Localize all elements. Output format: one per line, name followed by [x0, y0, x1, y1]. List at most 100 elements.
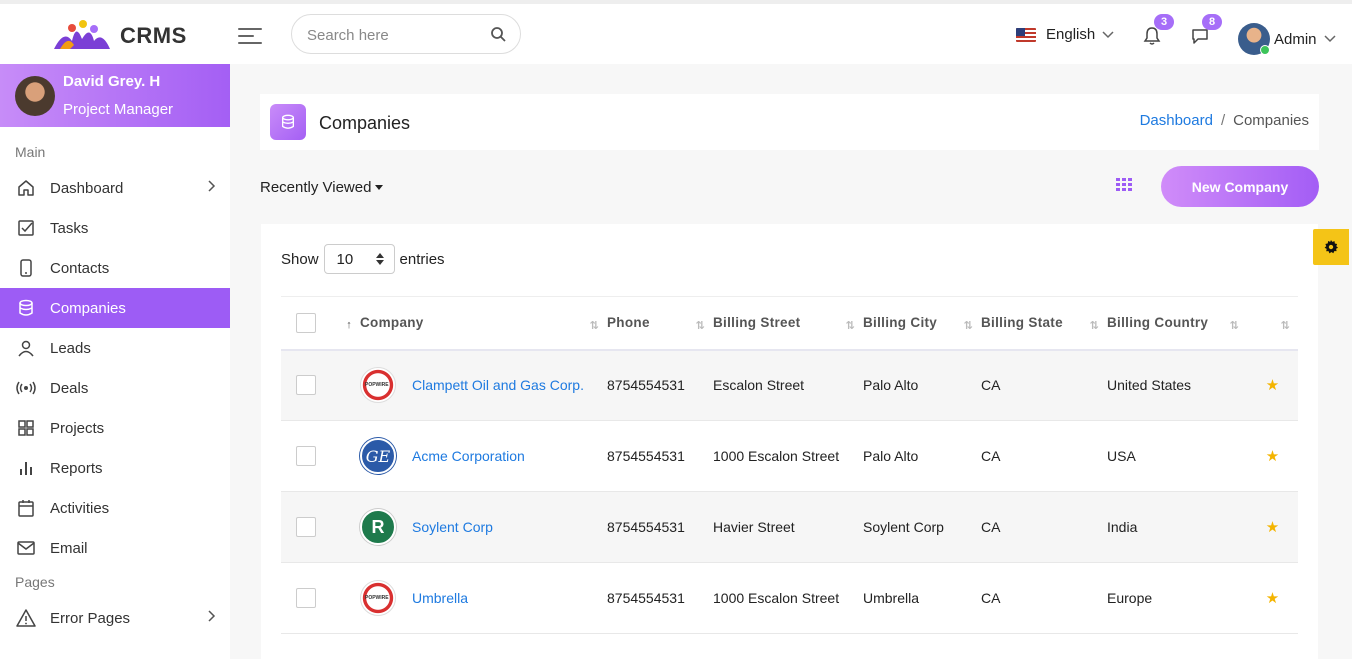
sidebar-item-reports[interactable]: Reports	[0, 448, 230, 488]
avatar	[15, 76, 55, 116]
menu-toggle-icon[interactable]	[238, 28, 262, 46]
sidebar: David Grey. H Project Manager Main Dashb…	[0, 64, 230, 659]
sidebar-profile[interactable]: David Grey. H Project Manager	[0, 64, 230, 127]
select-arrows-icon	[376, 253, 384, 265]
logo-mark-icon	[50, 19, 114, 53]
street-cell: Escalon Street	[713, 377, 805, 394]
row-checkbox[interactable]	[296, 588, 316, 608]
sidebar-item-label: Email	[50, 539, 88, 557]
city-cell: Umbrella	[863, 590, 920, 606]
sidebar-item-activities[interactable]: Activities	[0, 488, 230, 528]
sidebar-item-label: Error Pages	[50, 609, 131, 627]
city-cell: Palo Alto	[863, 377, 919, 394]
company-link[interactable]: Soylent Corp	[412, 519, 493, 535]
state-cell: CA	[981, 377, 1001, 394]
settings-gear-icon[interactable]	[1313, 229, 1349, 265]
sidebar-item-deals[interactable]: Deals	[0, 368, 230, 408]
star-icon[interactable]: ★	[1247, 492, 1298, 563]
messages-button[interactable]: 8	[1190, 14, 1222, 51]
column-header-actions[interactable]: ⇅	[1247, 297, 1298, 350]
sort-icon[interactable]: ⇅	[963, 319, 973, 332]
chevron-right-icon	[208, 610, 216, 622]
sidebar-item-label: Reports	[50, 459, 103, 477]
phone-cell: 8754554531	[607, 448, 685, 464]
companies-table: ↑ Company ⇅ Phone ⇅ Billing Street ⇅ Billin…	[281, 296, 1298, 634]
sidebar-item-contacts[interactable]: Contacts	[0, 248, 230, 288]
table-row[interactable]: GE Acme Corporation 8754554531 1000 Escal…	[281, 421, 1298, 492]
search-input[interactable]	[307, 24, 477, 46]
new-company-button[interactable]: New Company	[1161, 166, 1319, 207]
chevron-down-icon	[1324, 35, 1336, 43]
entries-label: entries	[399, 250, 445, 268]
sort-icon[interactable]: ⇅	[589, 319, 599, 332]
notifications-button[interactable]: 3	[1142, 14, 1174, 51]
broadcast-icon	[16, 378, 36, 398]
breadcrumb-home-link[interactable]: Dashboard	[1140, 112, 1213, 129]
mail-icon	[16, 538, 36, 558]
sort-icon[interactable]: ⇅	[695, 319, 705, 332]
phone-cell: 8754554531	[607, 377, 685, 394]
user-icon	[16, 338, 36, 358]
company-logo: GE	[360, 438, 396, 474]
language-selector[interactable]: English	[1016, 26, 1114, 43]
company-link[interactable]: Clampett Oil and Gas Corp.	[412, 377, 584, 393]
profile-name: David Grey. H	[63, 73, 161, 90]
chevron-down-icon	[1102, 30, 1114, 38]
recently-viewed-dropdown[interactable]: Recently Viewed	[260, 179, 384, 196]
country-cell: Europe	[1107, 590, 1153, 606]
sidebar-item-email[interactable]: Email	[0, 528, 230, 568]
select-all-header: ↑	[281, 297, 360, 350]
grid-icon	[16, 418, 36, 438]
star-icon[interactable]: ★	[1247, 421, 1298, 492]
page-size-control: Show 10 entries	[281, 244, 445, 274]
avatar	[1238, 23, 1270, 55]
phone-cell: 8754554531	[607, 590, 685, 606]
sidebar-item-companies[interactable]: Companies	[0, 288, 230, 328]
page-size-select[interactable]: 10	[323, 244, 395, 274]
grid-view-icon[interactable]	[1116, 178, 1132, 197]
sidebar-item-leads[interactable]: Leads	[0, 328, 230, 368]
phone-cell: 8754554531	[607, 519, 685, 535]
companies-card: Show 10 entries ↑ Company ⇅ Phone ⇅ Billin…	[261, 224, 1318, 659]
user-menu[interactable]: Admin	[1238, 23, 1336, 55]
notifications-badge: 3	[1154, 14, 1174, 30]
sort-icon[interactable]: ⇅	[1280, 319, 1290, 332]
select-all-checkbox[interactable]	[296, 312, 316, 333]
table-row[interactable]: R Soylent Corp 8754554531 Havier Street S…	[281, 491, 1298, 563]
column-header-billing-state[interactable]: Billing State ⇅	[981, 297, 1107, 350]
sort-up-icon[interactable]: ↑	[346, 319, 352, 331]
company-link[interactable]: Umbrella	[412, 590, 468, 606]
column-header-company[interactable]: Company ⇅	[360, 297, 607, 350]
star-icon[interactable]: ★	[1247, 563, 1298, 634]
sort-icon[interactable]: ⇅	[1229, 319, 1239, 332]
row-checkbox[interactable]	[296, 517, 316, 537]
sidebar-item-tasks[interactable]: Tasks	[0, 208, 230, 248]
sidebar-item-label: Deals	[50, 379, 89, 397]
app-logo[interactable]: CRMS	[50, 18, 190, 54]
search-box	[291, 14, 521, 54]
column-header-phone[interactable]: Phone ⇅	[607, 297, 713, 350]
row-checkbox[interactable]	[296, 375, 316, 396]
caret-down-icon	[375, 185, 384, 190]
sort-icon[interactable]: ⇅	[845, 319, 855, 332]
messages-badge: 8	[1202, 14, 1222, 30]
calendar-icon	[16, 498, 36, 518]
sidebar-item-error-pages[interactable]: Error Pages	[0, 598, 230, 638]
row-checkbox[interactable]	[296, 446, 316, 466]
star-icon[interactable]: ★	[1247, 350, 1298, 421]
company-link[interactable]: Acme Corporation	[412, 448, 525, 464]
column-header-billing-city[interactable]: Billing City ⇅	[863, 297, 981, 350]
search-icon[interactable]	[490, 26, 506, 47]
sidebar-item-dashboard[interactable]: Dashboard	[0, 168, 230, 208]
company-logo: POPWIRE	[360, 580, 396, 616]
street-cell: 1000 Escalon Street	[713, 590, 840, 606]
table-row[interactable]: POPWIRE Umbrella 8754554531 1000 Escalon …	[281, 563, 1298, 634]
profile-role: Project Manager	[63, 101, 174, 118]
home-icon	[16, 178, 36, 198]
table-row[interactable]: POPWIRE Clampett Oil and Gas Corp. 875455…	[281, 349, 1298, 421]
column-header-billing-country[interactable]: Billing Country ⇅	[1107, 297, 1247, 350]
column-header-billing-street[interactable]: Billing Street ⇅	[713, 297, 863, 350]
sidebar-item-projects[interactable]: Projects	[0, 408, 230, 448]
page-header: Companies Dashboard / Companies	[260, 94, 1319, 150]
sort-icon[interactable]: ⇅	[1089, 319, 1099, 332]
